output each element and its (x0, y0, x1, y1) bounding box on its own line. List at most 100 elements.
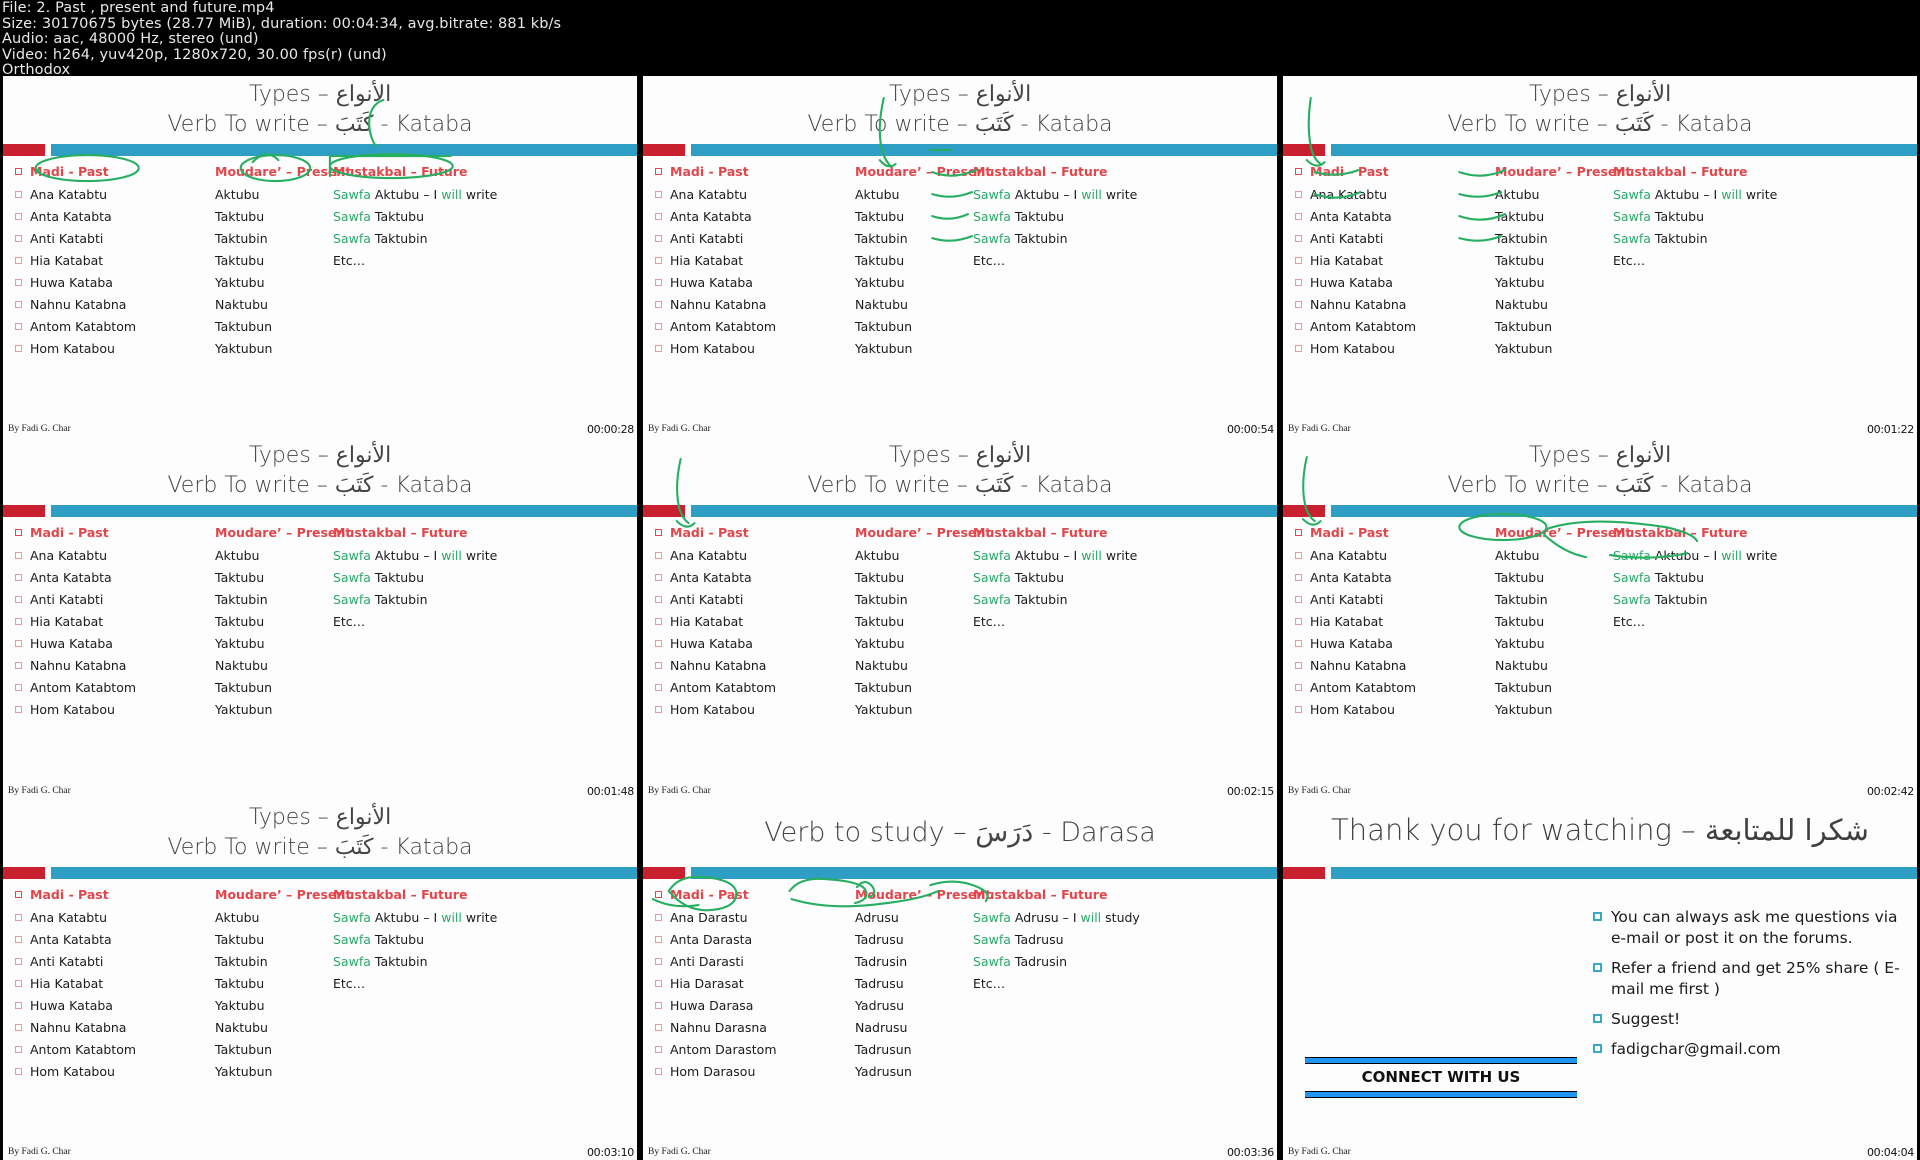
conjugation-past-text: Hom Katabou (30, 1063, 115, 1079)
conjugation-past-text: Huwa Kataba (30, 275, 113, 290)
thumbnail-contact-sheet: Types – الأنواع Verb To write – كَتَبَ -… (0, 76, 1920, 1160)
conjugation-row-present: Naktubu (855, 294, 1005, 316)
conjugation-past-text: Hom Katabou (30, 702, 115, 718)
future-verb: Tadrusin (1014, 953, 1068, 969)
thumbnail-tile[interactable]: Verb to study – دَرَسَ - Darasa Madi - P… (640, 798, 1280, 1160)
slide-title-line-2: Verb To write – كَتَبَ - Kataba (167, 473, 473, 499)
future-verb: Taktubin (374, 592, 428, 608)
conjugation-present-text: Naktubu (215, 297, 268, 312)
square-bullet-icon (15, 1067, 22, 1075)
square-bullet-icon (655, 1067, 662, 1075)
conjugation-row-future: Etc… (1613, 250, 1917, 272)
future-verb: Taktubin (1014, 592, 1068, 608)
thumbnail-tile[interactable]: Types – الأنواع Verb To write – كَتَبَ -… (1280, 437, 1920, 799)
conjugation-row-past: Anti Katabti (655, 589, 855, 611)
square-bullet-icon (15, 529, 22, 537)
slide-title-line-1: Types – الأنواع (888, 443, 1032, 469)
conjugation-present-text: Tadrusun (855, 1041, 912, 1057)
slide-byline: By Fadi G. Char (648, 424, 711, 435)
conjugation-past-text: Nahnu Katabna (30, 297, 127, 312)
thumbnail-tile[interactable]: Thank you for watching – شكرا للمتابعة Y… (1280, 798, 1920, 1160)
conjugation-past-text: Ana Katabtu (30, 548, 108, 564)
conjugation-row-past: Antom Katabtom (1295, 316, 1495, 338)
square-bullet-icon (655, 979, 662, 987)
conjugation-present-text: Taktubu (215, 570, 265, 586)
square-bullet-icon (1295, 618, 1302, 626)
conjugation-past-text: Anti Katabti (30, 953, 104, 969)
column-header-present-label: Moudare’ – Present (855, 886, 992, 902)
thumbnail-tile[interactable]: Types – الأنواع Verb To write – كَتَبَ -… (0, 798, 640, 1160)
column-header-future-label: Mustakbal – Future (333, 525, 468, 541)
conjugation-row-future: Etc… (333, 973, 637, 995)
divider-red-block (1283, 505, 1325, 518)
conjugation-row-past: Anta Katabta (655, 567, 855, 589)
column-future: Mustakbal – Future Sawfa Aktubu – I will… (973, 162, 1277, 272)
conjugation-row-future: Sawfa Aktubu – I will write (973, 184, 1277, 206)
square-bullet-icon (15, 168, 22, 175)
conjugation-past-text: Anta Katabta (670, 209, 752, 224)
column-past: Madi - Past Ana Katabtu Anta Katabta Ant… (15, 162, 215, 360)
conjugation-columns: Madi - Past Ana Katabtu Anta Katabta Ant… (1283, 523, 1917, 776)
presentation-slide: Thank you for watching – شكرا للمتابعة Y… (1283, 798, 1917, 1160)
thumbnail-timestamp: 00:04:04 (1866, 1145, 1914, 1159)
square-bullet-icon (655, 529, 662, 537)
thumbnail-tile[interactable]: Types – الأنواع Verb To write – كَتَبَ -… (640, 76, 1280, 438)
future-verb: Taktubin (1654, 592, 1708, 608)
conjugation-present-text: Aktubu (1495, 187, 1540, 202)
thumbnail-timestamp: 00:02:15 (1226, 784, 1274, 798)
slide-byline: By Fadi G. Char (8, 1146, 71, 1157)
thankyou-bullet-item: Refer a friend and get 25% share ( E-mai… (1593, 958, 1903, 1000)
conjugation-present-text: Taktubu (1495, 253, 1545, 268)
presentation-slide: Types – الأنواع Verb To write – كَتَبَ -… (3, 437, 637, 799)
square-bullet-icon (1593, 962, 1602, 972)
column-header-past-label: Madi - Past (30, 886, 109, 902)
column-header-future: Mustakbal – Future (973, 885, 1277, 907)
slide-byline: By Fadi G. Char (1288, 1146, 1351, 1157)
square-bullet-icon (15, 618, 22, 626)
slide-byline: By Fadi G. Char (1288, 785, 1351, 796)
square-bullet-icon (655, 191, 662, 198)
presentation-slide: Types – الأنواع Verb To write – كَتَبَ -… (3, 76, 637, 438)
column-header-past: Madi - Past (15, 523, 215, 545)
conjugation-row-future: Sawfa Taktubin (973, 228, 1277, 250)
column-header-future-label: Mustakbal – Future (1613, 525, 1748, 541)
conjugation-present-text: Taktubun (215, 680, 273, 696)
conjugation-present-text: Yadrusu (855, 997, 905, 1013)
conjugation-row-past: Huwa Kataba (15, 995, 215, 1017)
conjugation-present-text: Adrusu (855, 909, 899, 925)
conjugation-row-past: Hia Katabat (1295, 250, 1495, 272)
thumbnail-tile[interactable]: Types – الأنواع Verb To write – كَتَبَ -… (1280, 76, 1920, 438)
slide-divider-bar (1283, 505, 1917, 518)
presentation-slide: Types – الأنواع Verb To write – كَتَبَ -… (3, 798, 637, 1160)
conjugation-columns: Madi - Past Ana Darastu Anta Darasta Ant… (643, 885, 1277, 1138)
thumbnail-tile[interactable]: Types – الأنواع Verb To write – كَتَبَ -… (640, 437, 1280, 799)
square-bullet-icon (1295, 279, 1302, 286)
conjugation-present-text: Taktubun (1495, 680, 1553, 696)
conjugation-row-present: Yaktubu (855, 272, 1005, 294)
conjugation-present-text: Naktubu (855, 658, 908, 674)
conjugation-row-future: Sawfa Taktubin (973, 589, 1277, 611)
conjugation-row-past: Ana Katabtu (655, 545, 855, 567)
slide-title-line-1: Types – الأنواع (248, 82, 392, 107)
conjugation-past-text: Huwa Kataba (1310, 275, 1393, 290)
column-future: Mustakbal – Future Sawfa Aktubu – I will… (1613, 162, 1917, 272)
slide-title-line-2: Verb To write – كَتَبَ - Kataba (167, 112, 473, 137)
conjugation-past-text: Nahnu Katabna (30, 1019, 127, 1035)
slide-title-line-2: Verb To write – كَتَبَ - Kataba (807, 112, 1113, 137)
thumbnail-tile[interactable]: Types – الأنواع Verb To write – كَتَبَ -… (0, 76, 640, 438)
conjugation-past-text: Nahnu Katabna (30, 658, 127, 674)
thumbnail-tile[interactable]: Types – الأنواع Verb To write – كَتَبَ -… (0, 437, 640, 799)
sawfa-word: Sawfa (973, 548, 1011, 564)
sawfa-word: Sawfa (333, 953, 371, 969)
conjugation-past-text: Ana Katabtu (670, 548, 748, 564)
column-header-past: Madi - Past (15, 162, 215, 184)
column-header-present-label: Moudare’ – Present (1495, 525, 1632, 541)
conjugation-row-present: Yaktubun (855, 338, 1005, 360)
square-bullet-icon (655, 213, 662, 220)
conjugation-past-text: Hom Katabou (1310, 341, 1395, 356)
square-bullet-icon (15, 957, 22, 965)
square-bullet-icon (655, 935, 662, 943)
future-verb: Taktubin (1654, 231, 1708, 246)
connect-top-bar (1305, 1056, 1577, 1064)
slide-title-line-1: Types – الأنواع (1528, 82, 1672, 107)
